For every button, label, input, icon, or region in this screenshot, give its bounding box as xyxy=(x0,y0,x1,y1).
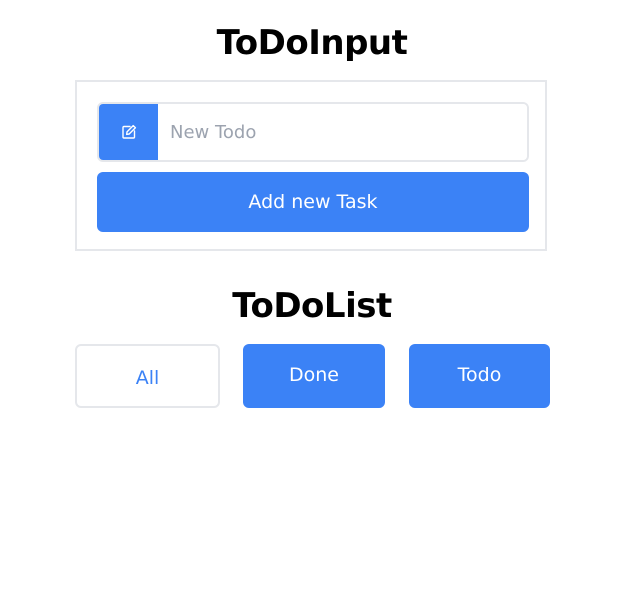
edit-icon xyxy=(121,124,136,139)
new-todo-input[interactable] xyxy=(158,104,527,160)
filter-todo-button[interactable]: Todo xyxy=(409,344,550,408)
todo-list-title: ToDoList xyxy=(232,286,392,326)
todo-input-title: ToDoInput xyxy=(216,23,408,63)
todo-input-group xyxy=(97,102,529,162)
add-task-button[interactable]: Add new Task xyxy=(97,172,529,232)
filter-all-button[interactable]: All xyxy=(75,344,220,408)
edit-icon-box xyxy=(99,104,158,160)
filter-done-button[interactable]: Done xyxy=(243,344,385,408)
todo-input-panel: Add new Task xyxy=(75,80,547,251)
